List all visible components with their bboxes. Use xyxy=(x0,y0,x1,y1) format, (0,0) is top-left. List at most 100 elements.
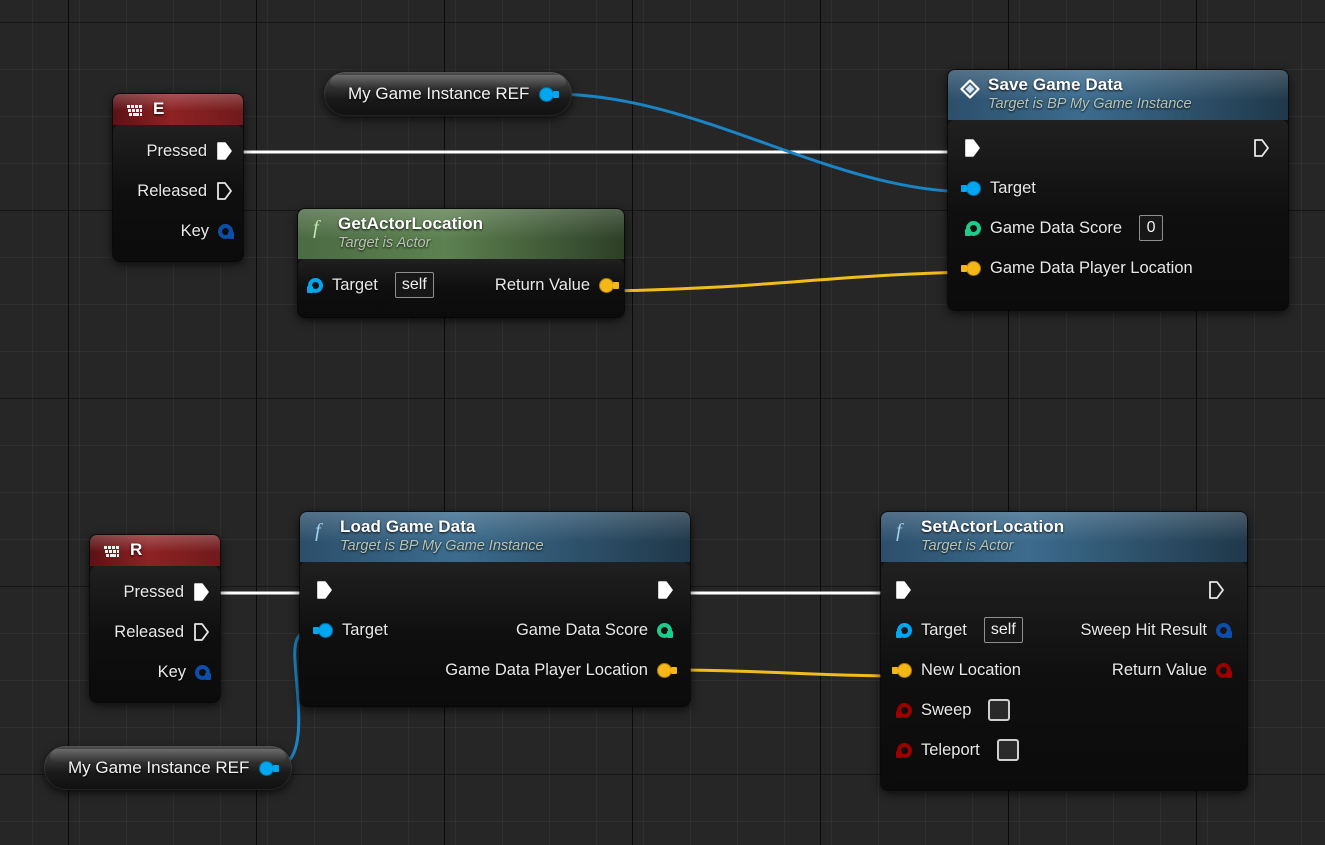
pin-row-r-key[interactable]: Key xyxy=(90,652,220,692)
exec-pin-out-icon[interactable] xyxy=(1208,580,1225,600)
pin-row-e-released[interactable]: Released xyxy=(113,171,243,211)
pin-row-load-player-location[interactable]: Game Data Player Location xyxy=(300,650,690,690)
pin-row-save-exec[interactable] xyxy=(948,128,1288,168)
exec-pin-pressed-icon[interactable] xyxy=(193,582,210,602)
pin-row-save-player-location[interactable]: Game Data Player Location xyxy=(948,248,1288,288)
pin-out-game-data-score[interactable]: Game Data Score xyxy=(516,621,690,640)
pin-in-target[interactable]: Target xyxy=(300,621,388,640)
pin-out-return-value[interactable]: Return Value xyxy=(495,276,624,295)
exec-pin-out-icon[interactable] xyxy=(657,580,674,600)
pin-row-e-pressed[interactable]: Pressed xyxy=(113,131,243,171)
game-data-score-value[interactable]: 0 xyxy=(1139,215,1164,241)
pin-label-target: Target xyxy=(921,620,967,639)
pin-in-sweep[interactable]: Sweep xyxy=(881,699,1011,721)
pin-out-key[interactable]: Key xyxy=(158,663,220,682)
pin-in-exec[interactable] xyxy=(881,580,912,600)
node-save-game-data[interactable]: Save Game Data Target is BP My Game Inst… xyxy=(948,70,1288,310)
pin-out-exec[interactable] xyxy=(657,580,690,600)
struct-pin-key-icon[interactable] xyxy=(218,223,234,239)
node-get-actor-location-body: Target self Return Value xyxy=(298,259,624,317)
vector-pin-game-data-player-location-icon[interactable] xyxy=(961,260,981,276)
target-self-value[interactable]: self xyxy=(394,272,434,298)
exec-pin-in-icon[interactable] xyxy=(316,580,333,600)
pin-row-set-teleport[interactable]: Teleport xyxy=(881,730,1247,770)
node-event-e[interactable]: E Pressed Released Key xyxy=(113,94,243,261)
struct-pin-sweep-hit-result-icon[interactable] xyxy=(1216,622,1232,638)
struct-pin-key-icon[interactable] xyxy=(195,664,211,680)
blueprint-graph-canvas[interactable]: E Pressed Released Key My Game Instance … xyxy=(0,0,1325,845)
pin-out-exec[interactable] xyxy=(1208,580,1247,600)
bool-pin-teleport-icon[interactable] xyxy=(896,742,912,758)
keyboard-event-icon xyxy=(125,101,145,121)
node-variable-my-game-instance-ref-bottom[interactable]: My Game Instance REF xyxy=(44,746,292,790)
keyboard-event-icon xyxy=(102,542,122,562)
node-load-game-data[interactable]: f Load Game Data Target is BP My Game In… xyxy=(300,512,690,706)
exec-pin-released-icon[interactable] xyxy=(193,622,210,642)
node-save-game-data-body: Target Game Data Score 0 Game Data Playe… xyxy=(948,120,1288,310)
bool-pin-sweep-icon[interactable] xyxy=(896,702,912,718)
pin-row-r-released[interactable]: Released xyxy=(90,612,220,652)
pin-out-return-value[interactable]: Return Value xyxy=(1112,661,1247,680)
vector-pin-game-data-player-location-icon[interactable] xyxy=(657,662,677,678)
pin-out-released[interactable]: Released xyxy=(114,622,220,642)
node-load-game-data-title: f Load Game Data Target is BP My Game In… xyxy=(300,512,690,562)
pin-row-set-target[interactable]: Target self Sweep Hit Result xyxy=(881,610,1247,650)
object-pin-ref-top-icon[interactable] xyxy=(539,86,560,102)
object-pin-target-icon[interactable] xyxy=(313,622,333,638)
pin-in-target[interactable]: Target self xyxy=(881,617,1023,643)
pin-row-getloc[interactable]: Target self Return Value xyxy=(298,265,624,305)
node-event-r-title: R xyxy=(90,535,220,566)
pin-row-e-key[interactable]: Key xyxy=(113,211,243,251)
bool-pin-return-value-icon[interactable] xyxy=(1216,662,1232,678)
pin-out-sweep-hit-result[interactable]: Sweep Hit Result xyxy=(1080,621,1247,640)
exec-pin-in-icon[interactable] xyxy=(964,138,981,158)
object-pin-target-icon[interactable] xyxy=(961,180,981,196)
exec-pin-in-icon[interactable] xyxy=(895,580,912,600)
pin-row-load-exec[interactable] xyxy=(300,570,690,610)
pin-row-set-sweep[interactable]: Sweep xyxy=(881,690,1247,730)
object-pin-ref-bottom-icon[interactable] xyxy=(259,760,280,776)
pin-in-target[interactable]: Target self xyxy=(298,272,434,298)
target-self-value[interactable]: self xyxy=(983,617,1023,643)
float-pin-game-data-score-icon[interactable] xyxy=(965,220,981,236)
pin-in-game-data-player-location[interactable]: Game Data Player Location xyxy=(948,259,1193,278)
pin-in-exec[interactable] xyxy=(300,580,333,600)
pin-in-exec[interactable] xyxy=(948,138,981,158)
node-get-actor-location[interactable]: f GetActorLocation Target is Actor Targe… xyxy=(298,209,624,317)
pin-in-new-location[interactable]: New Location xyxy=(881,661,1021,680)
pin-out-released[interactable]: Released xyxy=(137,181,243,201)
pin-row-load-target-score[interactable]: Target Game Data Score xyxy=(300,610,690,650)
pin-in-target[interactable]: Target xyxy=(948,179,1036,198)
svg-text:f: f xyxy=(313,217,321,238)
pin-in-game-data-score[interactable]: Game Data Score 0 xyxy=(948,215,1164,241)
float-pin-game-data-score-icon[interactable] xyxy=(657,622,673,638)
node-event-e-title: E xyxy=(113,94,243,125)
exec-pin-released-icon[interactable] xyxy=(216,181,233,201)
node-event-r[interactable]: R Pressed Released Key xyxy=(90,535,220,702)
exec-pin-pressed-icon[interactable] xyxy=(216,141,233,161)
pin-row-set-exec[interactable] xyxy=(881,570,1247,610)
vector-pin-return-value-icon[interactable] xyxy=(599,277,619,293)
pin-label-game-data-player-location: Game Data Player Location xyxy=(990,258,1193,277)
pin-out-key[interactable]: Key xyxy=(181,222,243,241)
sweep-checkbox[interactable] xyxy=(988,699,1011,721)
pin-row-save-score[interactable]: Game Data Score 0 xyxy=(948,208,1288,248)
function-f-icon: f xyxy=(893,519,913,542)
exec-pin-out-icon[interactable] xyxy=(1253,138,1270,158)
pin-row-set-new-location[interactable]: New Location Return Value xyxy=(881,650,1247,690)
node-set-actor-location[interactable]: f SetActorLocation Target is Actor Targe… xyxy=(881,512,1247,790)
pin-out-game-data-player-location[interactable]: Game Data Player Location xyxy=(445,661,690,680)
pin-out-pressed[interactable]: Pressed xyxy=(146,141,243,161)
pin-row-r-pressed[interactable]: Pressed xyxy=(90,572,220,612)
object-pin-target-icon[interactable] xyxy=(307,277,323,293)
pin-label-game-data-score: Game Data Score xyxy=(990,218,1123,237)
pin-in-teleport[interactable]: Teleport xyxy=(881,739,1019,761)
teleport-checkbox[interactable] xyxy=(996,739,1019,761)
pin-out-exec[interactable] xyxy=(1253,138,1288,158)
node-variable-my-game-instance-ref-top[interactable]: My Game Instance REF xyxy=(324,72,572,116)
pin-out-pressed[interactable]: Pressed xyxy=(123,582,220,602)
pin-row-save-target[interactable]: Target xyxy=(948,168,1288,208)
object-pin-target-icon[interactable] xyxy=(896,622,912,638)
pin-label-target: Target xyxy=(342,620,388,639)
vector-pin-new-location-icon[interactable] xyxy=(892,662,912,678)
